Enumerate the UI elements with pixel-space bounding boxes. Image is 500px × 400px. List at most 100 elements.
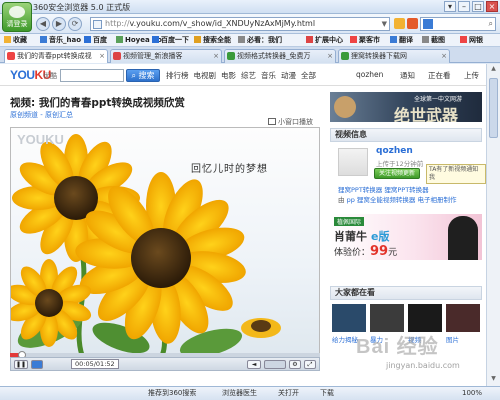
favorites-item[interactable]: 收藏 (4, 34, 27, 46)
software-prefix-link[interactable]: pp (347, 196, 355, 204)
browser-logo[interactable]: 请登录 (2, 2, 32, 32)
notice-link[interactable]: 通知 (400, 70, 415, 81)
back-button[interactable]: ◀ (36, 17, 50, 31)
fullscreen-icon[interactable]: ⤢ (304, 360, 316, 369)
status-item[interactable]: 浏览器医生 (222, 387, 257, 400)
time-display: 00:05/01:52 (71, 359, 119, 369)
favorites-item[interactable]: 聚客市 (350, 34, 380, 46)
scroll-down-icon[interactable]: ▼ (489, 375, 498, 385)
tab[interactable]: 视频格式转换器_免费万 × (224, 49, 336, 63)
follow-button[interactable]: 关注视频更新 (374, 168, 420, 179)
software-line-2: 由 pp 狸窝全能视频转换器 电子相册制作 (338, 196, 457, 204)
favorites-item[interactable]: 百度一下 (152, 34, 189, 46)
search-box[interactable]: ⌕ (420, 17, 496, 31)
youku-favicon-icon (7, 52, 15, 60)
search-icon[interactable]: ⌕ (489, 18, 493, 30)
close-tab-icon[interactable]: × (99, 50, 105, 62)
baidu-watermark-url: jingyan.baidu.com (386, 361, 460, 370)
nav-item[interactable]: 电视剧 (194, 71, 217, 80)
status-item[interactable]: 下载 (320, 387, 334, 400)
login-label[interactable]: 请登录 (3, 19, 31, 29)
vertical-scrollbar[interactable]: ▲ ▼ (486, 64, 500, 386)
volume-icon[interactable]: ◄ (247, 360, 261, 369)
video-info-header: 视频信息 (330, 128, 482, 142)
refresh-button[interactable]: ⟳ (68, 17, 82, 31)
video-caption: 回忆儿时的梦想 (191, 164, 268, 175)
nav-item[interactable]: 音乐 (261, 71, 276, 80)
maximize-button[interactable]: □ (472, 1, 484, 12)
tab[interactable]: 视频管理_新浪播客 × (110, 49, 222, 63)
favorites-item[interactable]: 网银 (460, 34, 483, 46)
close-tab-icon[interactable]: × (213, 50, 219, 62)
recommend-title[interactable]: 图片 (446, 334, 459, 344)
follow-tooltip: TA有了新视频通知我 (426, 164, 486, 184)
forward-button[interactable]: ▶ (52, 17, 66, 31)
play-pause-button[interactable]: ❚❚ (14, 360, 28, 369)
stop-button[interactable] (31, 360, 43, 369)
nav-item[interactable]: 综艺 (241, 71, 256, 80)
recommend-thumbnail[interactable] (446, 304, 480, 332)
breadcrumb[interactable]: 原创频道 - 原创汇总 (10, 110, 73, 120)
user-name-link[interactable]: qozhen (356, 70, 383, 79)
baidu-watermark: Bai 经验 (356, 336, 439, 358)
nav-item[interactable]: 动漫 (281, 71, 296, 80)
recommend-thumbnail[interactable] (408, 304, 442, 332)
page-icon (93, 20, 102, 29)
upload-link[interactable]: 上传 (464, 70, 479, 81)
tab-active[interactable]: 我们的青春ppt转换成视 × (4, 49, 108, 63)
close-tab-icon[interactable]: × (441, 50, 447, 62)
search-engine-icon[interactable] (423, 19, 433, 29)
ad-banner-clothing[interactable]: 植佩国际 肖莆牛 e版 体验价：99元 (330, 214, 482, 260)
zoom-level[interactable]: 100% (462, 387, 482, 400)
software-link-1[interactable]: 狸窝PPT转换器 狸窝PPT转换器 (338, 184, 429, 194)
tab[interactable]: 狸窝转换器下载网 × (338, 49, 450, 63)
chevron-down-icon[interactable]: ▼ (382, 18, 387, 30)
tab-label: 狸窝转换器下载网 (351, 52, 407, 60)
status-item[interactable]: 推荐到360搜索 (148, 387, 196, 400)
favorites-item[interactable]: 翻译 (390, 34, 413, 46)
youku-search-input[interactable] (60, 69, 124, 82)
watching-link[interactable]: 正在看 (428, 70, 451, 81)
menu-dropdown-button[interactable]: ▾ (444, 1, 456, 12)
scroll-thumb[interactable] (489, 78, 498, 138)
address-bar[interactable]: http://v.youku.com/v_show/id_XNDUyNzAxMj… (90, 17, 390, 31)
model-image (448, 216, 478, 260)
close-button[interactable]: × (486, 1, 498, 12)
favorites-item[interactable]: 搜索全能 (194, 34, 231, 46)
volume-slider[interactable] (264, 360, 286, 369)
recommend-title[interactable]: 给力揭秘 (332, 334, 358, 344)
nav-item[interactable]: 排行榜 (166, 71, 189, 80)
feed-icon[interactable] (407, 18, 418, 29)
video-player[interactable]: YOUKU 回忆儿时的梦想 (10, 127, 320, 357)
favorites-item[interactable]: 音乐_hao (40, 34, 81, 46)
video-frame (11, 134, 281, 356)
nav-item[interactable]: 电影 (221, 71, 236, 80)
recommend-thumbnail[interactable] (332, 304, 366, 332)
window-title: 360安全浏览器 5.0 正式版 (33, 3, 131, 12)
uploader-name[interactable]: qozhen (376, 146, 413, 156)
favorites-bar: 收藏 音乐_hao 百度 Hoyea So 百度一下 搜索全能 必看：我们 扩展… (0, 34, 500, 47)
small-window-button[interactable]: 小窗口播放 (268, 117, 313, 127)
ad-banner-game[interactable]: 全球第一中文网游 绝世武器 (330, 92, 482, 122)
settings-icon[interactable]: ⚙ (289, 360, 301, 369)
ad-badge: 植佩国际 (334, 217, 365, 226)
favorites-item[interactable]: 截图 (422, 34, 445, 46)
favorites-item[interactable]: 必看：我们 (238, 34, 282, 46)
star-icon[interactable] (394, 18, 405, 29)
tab-label: 视频管理_新浪播客 (123, 52, 183, 60)
youku-logo-subtitle: 优酷 (43, 72, 57, 80)
upload-time: 上传于12分钟前 (376, 160, 424, 168)
favorites-item[interactable]: 百度 (84, 34, 107, 46)
avatar[interactable] (338, 148, 368, 176)
recommend-thumbnail[interactable] (370, 304, 404, 332)
status-item[interactable]: 关打开 (278, 387, 299, 400)
scroll-up-icon[interactable]: ▲ (489, 65, 498, 75)
close-tab-icon[interactable]: × (327, 50, 333, 62)
youku-search-button[interactable]: ⌕ 搜索 (126, 69, 160, 82)
window-icon (268, 118, 276, 125)
minimize-button[interactable]: – (458, 1, 470, 12)
sina-favicon-icon (113, 52, 121, 60)
favorites-item[interactable]: 扩展中心 (306, 34, 343, 46)
software-link-2[interactable]: 狸窝全能视频转换器 电子相册制作 (357, 196, 457, 204)
nav-item[interactable]: 全部 (301, 71, 316, 80)
